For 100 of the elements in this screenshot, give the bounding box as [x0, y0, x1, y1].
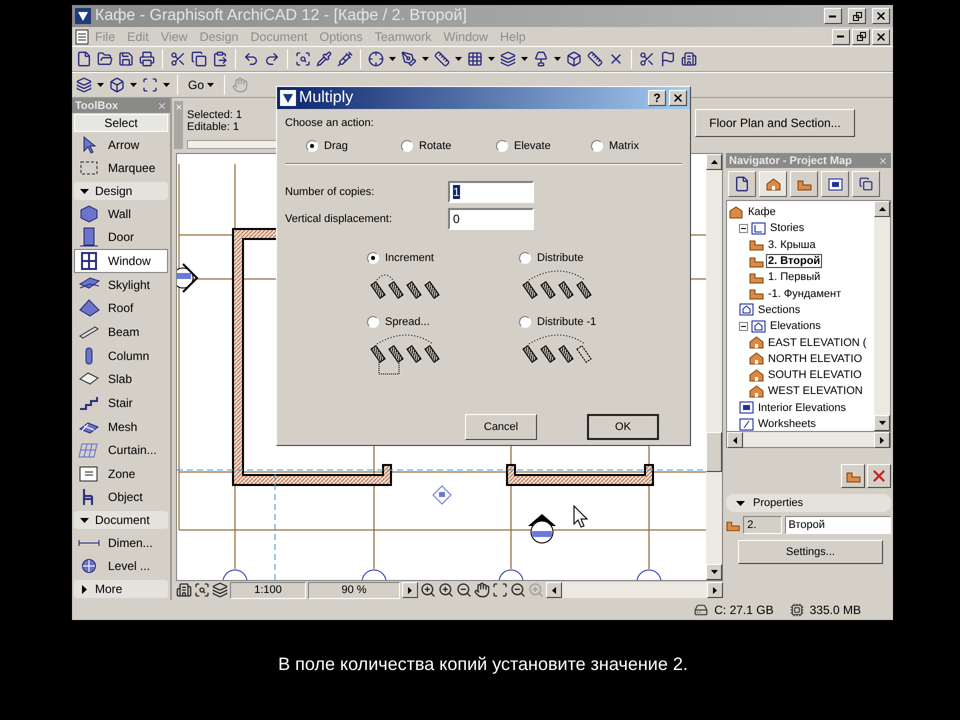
tree-item[interactable]: Elevations: [769, 320, 822, 332]
save-icon[interactable]: [118, 51, 134, 67]
tool-button[interactable]: Dimen...: [74, 531, 168, 555]
project-map-button[interactable]: [759, 171, 787, 197]
tree-item[interactable]: 2. Второй: [767, 255, 822, 268]
layers-icon[interactable]: [212, 582, 228, 598]
tool-button[interactable]: Arrow: [74, 133, 168, 157]
minus-box-icon[interactable]: [739, 322, 748, 331]
grid-bubble-icon[interactable]: [222, 570, 248, 580]
caret-icon[interactable]: [554, 57, 561, 61]
redo-icon[interactable]: [264, 51, 280, 67]
caret-icon[interactable]: [488, 57, 495, 61]
section-header[interactable]: Document: [74, 511, 168, 530]
layout-book-button[interactable]: [821, 171, 849, 197]
help-button[interactable]: ?: [648, 90, 666, 106]
tree-item[interactable]: SOUTH ELEVATIO: [767, 369, 863, 382]
grid-bubble-icon[interactable]: [498, 570, 524, 580]
close-button[interactable]: [872, 28, 890, 44]
scroll-right-button[interactable]: [707, 582, 723, 598]
restore-button[interactable]: [852, 28, 870, 44]
ruler-icon[interactable]: [434, 51, 450, 67]
zoom-preview-icon[interactable]: [194, 582, 210, 598]
close-icon[interactable]: [157, 100, 167, 110]
radio-button[interactable]: [591, 140, 603, 152]
input-field[interactable]: 1: [448, 181, 534, 203]
scroll-right-button[interactable]: [402, 582, 418, 598]
tool-button[interactable]: Wall: [74, 202, 168, 226]
settings-button[interactable]: Settings...: [738, 540, 883, 564]
scroll-up-button[interactable]: [706, 154, 722, 170]
3d-view-icon[interactable]: [109, 77, 125, 93]
story-name-field[interactable]: Второй: [784, 516, 891, 534]
tool-button[interactable]: Skylight: [74, 272, 168, 297]
view-mode-button[interactable]: Floor Plan and Section...: [695, 109, 855, 137]
go-button[interactable]: Go: [185, 75, 218, 95]
tree-item[interactable]: -1. Фундамент: [767, 288, 842, 300]
grid-icon[interactable]: [467, 51, 483, 67]
close-icon[interactable]: [878, 156, 888, 166]
tree-item[interactable]: WEST ELEVATION: [767, 385, 864, 398]
tool-button[interactable]: Level ...: [74, 554, 168, 578]
section-marker-icon[interactable]: [528, 514, 556, 544]
close-button[interactable]: [872, 8, 890, 24]
minimize-button[interactable]: [832, 28, 850, 44]
pen-icon[interactable]: [401, 51, 417, 67]
tool-button[interactable]: Mesh: [74, 414, 168, 438]
caret-icon[interactable]: [455, 57, 462, 61]
caret-icon[interactable]: [521, 57, 528, 61]
grid-bubble-icon[interactable]: [636, 570, 662, 580]
layers-icon[interactable]: [500, 51, 516, 67]
zoom-out-icon[interactable]: [456, 582, 472, 598]
flag-icon[interactable]: [660, 51, 676, 67]
story-number-field[interactable]: 2.: [743, 516, 782, 534]
hand-icon[interactable]: [474, 582, 490, 598]
scroll-left-button[interactable]: [727, 432, 743, 448]
scrollbar-thumb[interactable]: [706, 432, 722, 472]
zoom-out-icon[interactable]: [510, 582, 526, 598]
panel-grip[interactable]: [174, 101, 183, 149]
view-map-button[interactable]: [790, 171, 818, 197]
tool-button[interactable]: Curtain...: [74, 438, 168, 462]
caret-icon[interactable]: [163, 83, 170, 87]
tool-button[interactable]: Marquee: [74, 156, 168, 180]
publish-button[interactable]: [728, 171, 756, 197]
zoom-in-icon[interactable]: [438, 582, 454, 598]
close-button[interactable]: [669, 90, 687, 106]
tool-button[interactable]: Column: [74, 344, 168, 368]
elevation-marker-icon[interactable]: [432, 485, 452, 505]
scroll-left-button[interactable]: [546, 582, 562, 598]
radio-button[interactable]: [496, 140, 508, 152]
select-header[interactable]: Select: [74, 114, 168, 132]
tool-button[interactable]: Object: [74, 486, 168, 510]
scroll-right-button[interactable]: [874, 432, 890, 448]
document-icon[interactable]: [75, 28, 89, 44]
radio-button[interactable]: [367, 252, 379, 264]
zoom-in-icon[interactable]: [420, 582, 436, 598]
tool-button[interactable]: Stair: [74, 391, 168, 415]
tree-item[interactable]: 1. Первый: [767, 271, 822, 284]
ruler-icon[interactable]: [587, 51, 603, 67]
printer-icon[interactable]: [139, 51, 155, 67]
fit-zoom-icon[interactable]: [492, 582, 508, 598]
scissors-icon[interactable]: [639, 51, 655, 67]
publisher-button[interactable]: [852, 171, 880, 197]
copy-icon[interactable]: [191, 51, 207, 67]
building-icon[interactable]: [681, 51, 697, 67]
tool-button[interactable]: Zone: [74, 462, 168, 486]
building-icon[interactable]: [176, 582, 192, 598]
syringe-icon[interactable]: [337, 51, 353, 67]
scroll-down-button[interactable]: [874, 415, 890, 431]
tree-item[interactable]: Worksheets: [757, 418, 817, 430]
open-folder-icon[interactable]: [97, 51, 113, 67]
tree-item[interactable]: 3. Крыша: [767, 238, 817, 251]
radio-button[interactable]: [367, 316, 379, 328]
layout-icon[interactable]: [142, 77, 158, 93]
scissors-icon[interactable]: [170, 51, 186, 67]
tree-item[interactable]: Sections: [757, 304, 802, 316]
radio-button[interactable]: [306, 140, 318, 152]
restore-button[interactable]: [848, 8, 866, 24]
crosshair-icon[interactable]: [368, 51, 384, 67]
undo-icon[interactable]: [243, 51, 259, 67]
section-marker-icon[interactable]: [177, 263, 198, 293]
tool-button[interactable]: Door: [74, 226, 168, 250]
new-view-button[interactable]: [841, 464, 865, 488]
